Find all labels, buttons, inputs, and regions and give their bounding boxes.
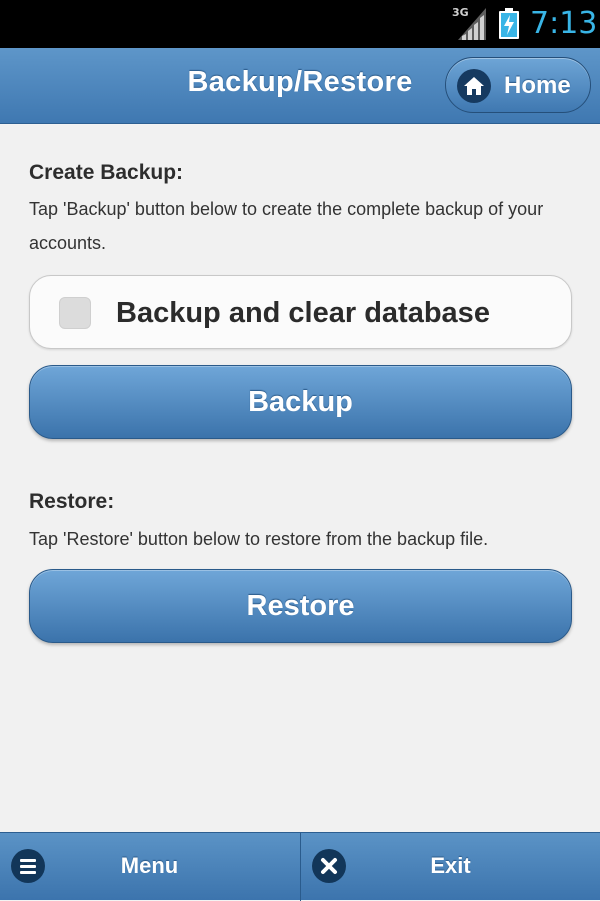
checkbox-label: Backup and clear database xyxy=(116,297,490,329)
backup-description: Tap 'Backup' button below to create the … xyxy=(29,199,544,253)
backup-button[interactable]: Backup xyxy=(29,365,572,439)
exit-tab-label: Exit xyxy=(430,853,471,878)
restore-description: Tap 'Restore' button below to restore fr… xyxy=(29,529,489,549)
main-content: Create Backup: Tap 'Backup' button below… xyxy=(0,125,600,832)
menu-tab-label: Menu xyxy=(120,853,179,878)
footer-navbar: Menu Exit xyxy=(0,832,600,901)
status-clock: 7:13 xyxy=(530,6,598,41)
signal-strength-icon xyxy=(458,8,486,40)
checkbox-square[interactable] xyxy=(59,297,91,329)
backup-section-title: Create Backup: xyxy=(29,161,184,184)
exit-tab[interactable]: Exit xyxy=(300,833,599,901)
menu-tab[interactable]: Menu xyxy=(0,833,299,901)
backup-clear-database-checkbox[interactable]: Backup and clear database xyxy=(29,275,572,349)
home-button-label: Home xyxy=(504,72,571,99)
status-bar: 3G 7:13 xyxy=(0,0,600,48)
restore-section-title: Restore: xyxy=(29,490,115,513)
header-bar: Backup/Restore Home xyxy=(0,48,600,124)
battery-charging-icon xyxy=(499,8,519,39)
restore-button[interactable]: Restore xyxy=(29,569,572,643)
home-icon xyxy=(457,69,491,103)
home-button[interactable]: Home xyxy=(445,57,591,113)
